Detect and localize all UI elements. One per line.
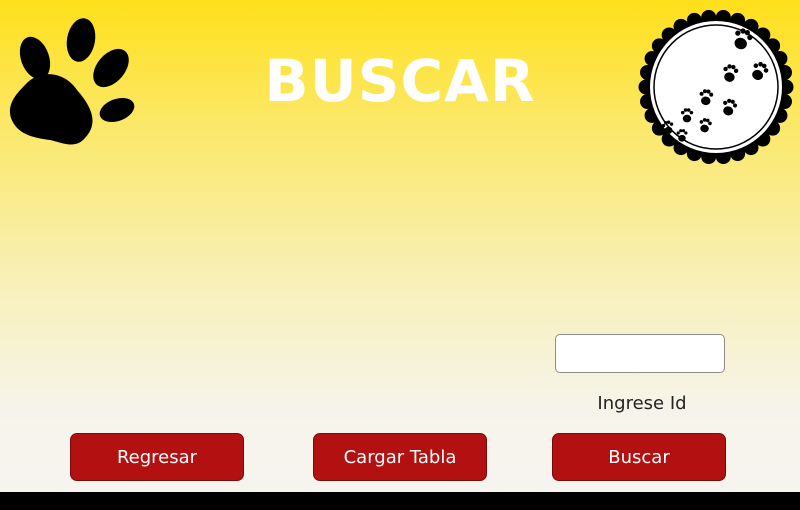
load-table-button[interactable]: Cargar Tabla bbox=[313, 433, 487, 481]
search-button[interactable]: Buscar bbox=[552, 433, 726, 481]
id-input-label: Ingrese Id bbox=[597, 393, 687, 414]
bottom-bar bbox=[0, 492, 800, 510]
paw-tracks-seal-icon bbox=[638, 9, 794, 165]
id-input[interactable] bbox=[555, 334, 725, 373]
back-button[interactable]: Regresar bbox=[70, 433, 244, 481]
